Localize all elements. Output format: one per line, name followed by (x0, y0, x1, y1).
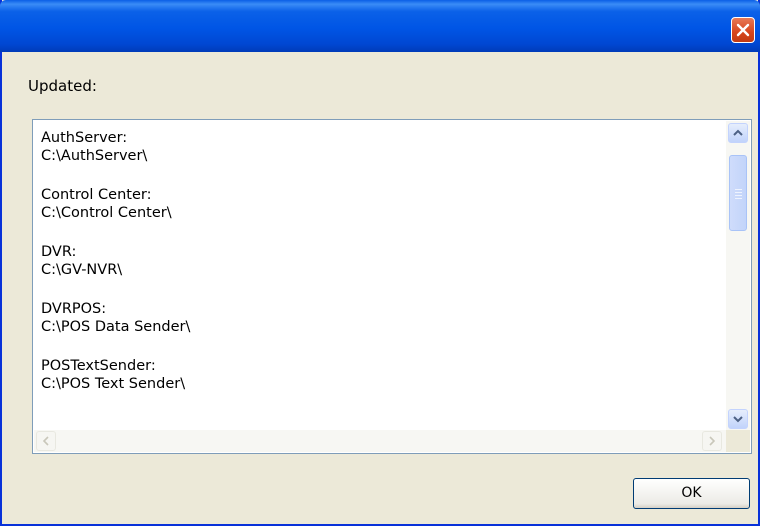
list-item: POSTextSender: C:\POS Text Sender\ (41, 357, 721, 414)
title-bar[interactable] (0, 0, 760, 52)
close-button[interactable] (731, 17, 755, 43)
scroll-down-button[interactable] (728, 409, 748, 429)
scroll-left-button[interactable] (36, 431, 56, 451)
entry-name: Control Center: (41, 187, 152, 203)
vertical-scrollbar[interactable] (726, 121, 750, 431)
entry-path: C:\Control Center\ (41, 205, 172, 221)
arrow-up-icon (733, 129, 743, 136)
scroll-thumb[interactable] (729, 155, 747, 231)
scroll-up-button[interactable] (728, 123, 748, 143)
list-item: DVRPOS: C:\POS Data Sender\ (41, 300, 721, 357)
close-icon (736, 23, 750, 37)
entry-name: DVR: (41, 244, 77, 260)
entry-name: AuthServer: (41, 130, 128, 146)
list-item: DVR: C:\GV-NVR\ (41, 243, 721, 300)
arrow-right-icon (709, 436, 716, 446)
dialog-window: Updated: AuthServer: C:\AuthServer\ Cont… (0, 0, 760, 526)
arrow-down-icon (733, 416, 743, 423)
scrollbar-corner (726, 430, 750, 452)
entry-path: C:\POS Data Sender\ (41, 319, 191, 335)
entry-path: C:\POS Text Sender\ (41, 376, 186, 392)
scroll-right-button[interactable] (702, 431, 722, 451)
entry-name: DVRPOS: (41, 301, 107, 317)
list-item: Control Center: C:\Control Center\ (41, 186, 721, 243)
list-item: AuthServer: C:\AuthServer\ (41, 129, 721, 186)
horizontal-scrollbar[interactable] (34, 430, 726, 452)
entry-path: C:\AuthServer\ (41, 148, 148, 164)
entry-path: C:\GV-NVR\ (41, 262, 123, 278)
ok-button[interactable]: OK (633, 478, 750, 509)
updated-list[interactable]: AuthServer: C:\AuthServer\ Control Cente… (32, 119, 752, 454)
updated-label: Updated: (28, 77, 97, 95)
arrow-left-icon (42, 436, 49, 446)
list-content: AuthServer: C:\AuthServer\ Control Cente… (41, 129, 721, 419)
entry-name: POSTextSender: (41, 358, 156, 374)
